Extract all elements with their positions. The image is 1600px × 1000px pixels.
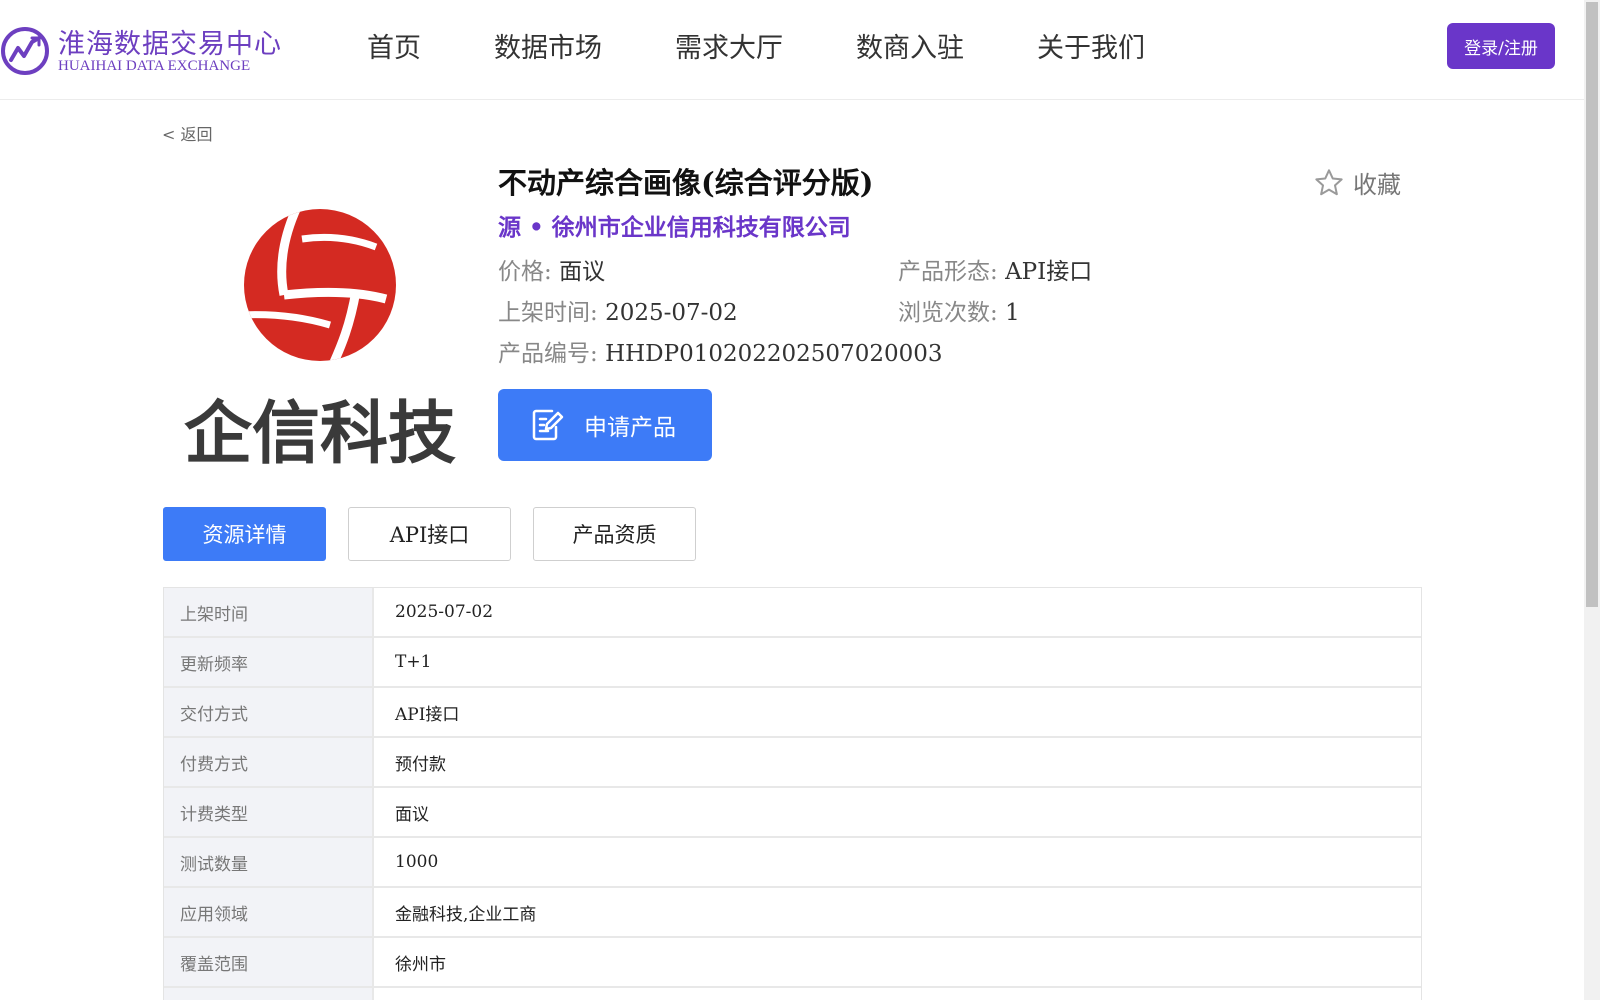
listed-time-label: 上架时间:: [498, 300, 598, 326]
price-value: 面议: [559, 259, 606, 285]
tab-api[interactable]: API接口: [348, 507, 511, 561]
back-link[interactable]: < 返回: [162, 121, 213, 145]
view-count-value: 1: [1005, 300, 1020, 326]
nav-item-demand-hall[interactable]: 需求大厅: [675, 26, 783, 66]
row-key: 上架时间: [164, 588, 374, 636]
nav-item-data-market[interactable]: 数据市场: [494, 26, 602, 66]
product-form-label: 产品形态:: [898, 259, 998, 285]
favorite-label: 收藏: [1353, 171, 1401, 199]
page-scrollbar[interactable]: [1584, 0, 1600, 1000]
favorite-button[interactable]: 收藏: [1313, 165, 1401, 200]
row-key: 测试数量: [164, 838, 374, 886]
table-row: 应用领域 金融科技,企业工商: [164, 888, 1421, 938]
row-key: 应用领域: [164, 888, 374, 936]
row-key: [164, 988, 374, 1000]
login-register-button[interactable]: 登录/注册: [1447, 23, 1555, 69]
product-code-value: HHDP010202202507020003: [605, 341, 943, 367]
view-count-field: 浏览次数: 1: [898, 293, 1020, 327]
nav-item-about-us[interactable]: 关于我们: [1037, 26, 1145, 66]
logo-mark-icon: [1, 27, 49, 75]
row-value: T+1: [395, 652, 432, 672]
star-icon: [1315, 168, 1343, 195]
product-code-field: 产品编号: HHDP010202202507020003: [498, 334, 943, 368]
apply-product-button[interactable]: 申请产品: [498, 389, 712, 461]
top-header: 淮海数据交易中心 HUAIHAI DATA EXCHANGE 首页 数据市场 需…: [0, 0, 1584, 100]
tab-resource-details[interactable]: 资源详情: [163, 507, 326, 561]
apply-product-label: 申请产品: [584, 415, 676, 441]
price-label: 价格:: [498, 259, 552, 285]
row-key: 更新频率: [164, 638, 374, 686]
view-count-label: 浏览次数:: [898, 300, 998, 326]
main-nav: 首页 数据市场 需求大厅 数商入驻 关于我们: [367, 26, 1218, 66]
row-key: 计费类型: [164, 788, 374, 836]
product-logo-text: 企信科技: [184, 395, 456, 474]
row-value: 2025-07-02: [395, 602, 494, 622]
row-value: 徐州市: [395, 954, 446, 975]
tab-qualification[interactable]: 产品资质: [533, 507, 696, 561]
logo-chinese-name: 淮海数据交易中心: [58, 29, 282, 60]
resource-details-table: 上架时间 2025-07-02 更新频率 T+1 交付方式 API接口 付费方式…: [163, 587, 1422, 1000]
product-form-field: 产品形态: API接口: [898, 252, 1092, 286]
listed-time-field: 上架时间: 2025-07-02: [498, 293, 738, 327]
row-value: 面议: [395, 804, 429, 825]
row-key: 覆盖范围: [164, 938, 374, 986]
edit-document-icon: [532, 409, 564, 441]
row-value: 金融科技,企业工商: [395, 904, 537, 925]
product-title: 不动产综合画像(综合评分版): [498, 166, 874, 200]
table-row: 交付方式 API接口: [164, 688, 1421, 738]
listed-time-value: 2025-07-02: [605, 300, 738, 326]
product-code-label: 产品编号:: [498, 341, 598, 367]
row-key: 交付方式: [164, 688, 374, 736]
row-key: 付费方式: [164, 738, 374, 786]
site-logo[interactable]: 淮海数据交易中心 HUAIHAI DATA EXCHANGE: [0, 22, 290, 82]
product-logo-image: 企信科技: [184, 209, 456, 474]
logo-english-name: HUAIHAI DATA EXCHANGE: [58, 58, 251, 74]
product-form-value: API接口: [1005, 259, 1093, 285]
table-row: 付费方式 预付款: [164, 738, 1421, 788]
row-value: 预付款: [395, 754, 446, 775]
price-field: 价格: 面议: [498, 252, 605, 286]
table-row: 计费类型 面议: [164, 788, 1421, 838]
row-value: 1000: [395, 852, 439, 872]
table-row: 更新频率 T+1: [164, 638, 1421, 688]
row-value: [374, 988, 1421, 1000]
table-row: 覆盖范围 徐州市: [164, 938, 1421, 988]
table-row: [164, 988, 1421, 1000]
row-value: API接口: [395, 704, 460, 725]
nav-item-merchant-join[interactable]: 数商入驻: [856, 26, 964, 66]
scrollbar-thumb[interactable]: [1586, 2, 1598, 607]
nav-item-home[interactable]: 首页: [367, 26, 421, 66]
table-row: 上架时间 2025-07-02: [164, 588, 1421, 638]
table-row: 测试数量 1000: [164, 838, 1421, 888]
product-source[interactable]: 源 • 徐州市企业信用科技有限公司: [498, 208, 851, 242]
